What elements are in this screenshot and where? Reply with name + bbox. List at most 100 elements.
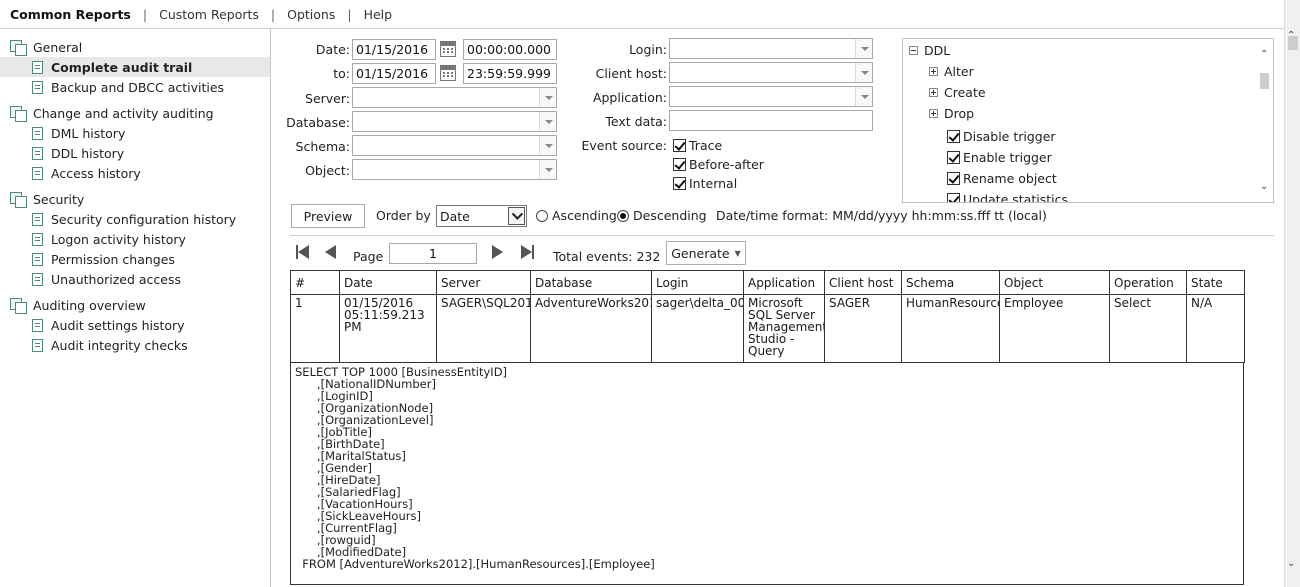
checkbox-checked-icon bbox=[947, 151, 960, 164]
text-data-input[interactable] bbox=[669, 110, 873, 131]
client-host-combobox[interactable] bbox=[669, 62, 873, 83]
radio-label: Ascending bbox=[552, 208, 617, 223]
chevron-down-icon bbox=[539, 160, 556, 179]
order-by-label: Order by bbox=[376, 208, 431, 223]
tree-node-ddl[interactable]: DDL bbox=[909, 43, 950, 58]
chevron-down-icon bbox=[855, 39, 872, 58]
tree-check-enable-trigger[interactable]: Enable trigger bbox=[947, 150, 1052, 165]
expand-icon[interactable] bbox=[929, 109, 938, 118]
sidebar-item-permission-changes[interactable]: Permission changes bbox=[0, 249, 270, 269]
event-source-internal-checkbox[interactable]: Internal bbox=[673, 176, 737, 191]
scrollbar-thumb[interactable] bbox=[1260, 73, 1269, 89]
chevron-down-icon[interactable]: ⌄ bbox=[1260, 181, 1268, 192]
cell-client-host: SAGER bbox=[824, 294, 902, 363]
login-combobox[interactable] bbox=[669, 38, 873, 59]
sidebar-item-ddl-history[interactable]: DDL history bbox=[0, 143, 270, 163]
generate-button[interactable]: Generate ▼ bbox=[666, 241, 746, 265]
order-by-select[interactable]: Date bbox=[436, 205, 527, 227]
checkbox-label: Disable trigger bbox=[963, 129, 1056, 144]
sidebar-item-unauthorized-access[interactable]: Unauthorized access bbox=[0, 269, 270, 289]
date-to-input[interactable]: 01/15/2016 bbox=[352, 63, 436, 84]
sidebar-item-audit-integrity[interactable]: Audit integrity checks bbox=[0, 335, 270, 355]
page-scrollbar[interactable]: ⌃ ⌄ bbox=[1284, 0, 1300, 587]
descending-radio[interactable]: Descending bbox=[617, 208, 707, 223]
column-header-date[interactable]: Date bbox=[339, 270, 437, 295]
object-label: Object: bbox=[305, 163, 350, 178]
sidebar-group-auditing-overview[interactable]: Auditing overview bbox=[0, 295, 270, 315]
table-row[interactable]: 1 01/15/2016 05:11:59.213 PM SAGER\SQL20… bbox=[290, 294, 1245, 363]
time-from-input[interactable]: 00:00:00.000 bbox=[463, 39, 557, 60]
report-group-icon bbox=[10, 40, 27, 56]
date-from-input[interactable]: 01/15/2016 bbox=[352, 39, 436, 60]
column-header-operation[interactable]: Operation bbox=[1109, 270, 1187, 295]
collapse-icon[interactable] bbox=[909, 46, 918, 55]
column-header-login[interactable]: Login bbox=[651, 270, 744, 295]
column-header-application[interactable]: Application bbox=[743, 270, 825, 295]
column-header-server[interactable]: Server bbox=[436, 270, 531, 295]
checkbox-checked-icon bbox=[673, 139, 686, 152]
next-page-button[interactable] bbox=[492, 245, 503, 259]
scrollbar-thumb[interactable] bbox=[1288, 36, 1298, 50]
first-page-button[interactable] bbox=[296, 245, 309, 259]
database-combobox[interactable] bbox=[352, 111, 557, 132]
event-source-trace-checkbox[interactable]: Trace bbox=[673, 138, 722, 153]
expand-icon[interactable] bbox=[929, 88, 938, 97]
server-combobox[interactable] bbox=[352, 87, 557, 108]
page-number-input[interactable]: 1 bbox=[389, 243, 477, 264]
event-source-before-after-checkbox[interactable]: Before-after bbox=[673, 157, 764, 172]
sidebar-item-audit-settings[interactable]: Audit settings history bbox=[0, 315, 270, 335]
chevron-up-icon[interactable]: ⌃ bbox=[1260, 49, 1268, 60]
schema-combobox[interactable] bbox=[352, 135, 557, 156]
tree-node-create[interactable]: Create bbox=[929, 85, 986, 100]
sidebar-group-general[interactable]: General bbox=[0, 37, 270, 57]
radio-label: Descending bbox=[633, 208, 707, 223]
object-combobox[interactable] bbox=[352, 159, 557, 180]
sidebar-item-access-history[interactable]: Access history bbox=[0, 163, 270, 183]
sidebar-group-label: Change and activity auditing bbox=[33, 105, 214, 121]
checkbox-checked-icon bbox=[947, 172, 960, 185]
column-header-client-host[interactable]: Client host bbox=[824, 270, 902, 295]
time-to-input[interactable]: 23:59:59.999 bbox=[463, 63, 557, 84]
ddl-event-tree[interactable]: DDL Alter Create Drop Disable trigger En… bbox=[902, 38, 1274, 203]
sidebar-item-backup-dbcc[interactable]: Backup and DBCC activities bbox=[0, 77, 270, 97]
tree-check-disable-trigger[interactable]: Disable trigger bbox=[947, 129, 1056, 144]
expand-icon[interactable] bbox=[929, 67, 938, 76]
sidebar-item-label: Permission changes bbox=[51, 251, 175, 267]
sidebar-item-security-config[interactable]: Security configuration history bbox=[0, 209, 270, 229]
sidebar-group-change-activity[interactable]: Change and activity auditing bbox=[0, 103, 270, 123]
report-group-icon bbox=[10, 192, 27, 208]
sidebar-item-logon-activity[interactable]: Logon activity history bbox=[0, 229, 270, 249]
report-icon bbox=[32, 232, 43, 246]
tree-node-alter[interactable]: Alter bbox=[929, 64, 974, 79]
sidebar-group-security[interactable]: Security bbox=[0, 189, 270, 209]
results-table: # Date Server Database Login Application… bbox=[290, 270, 1245, 363]
preview-button[interactable]: Preview bbox=[291, 204, 365, 228]
page-label: Page bbox=[353, 249, 384, 264]
menu-help[interactable]: Help bbox=[364, 7, 393, 22]
sidebar-item-complete-audit-trail[interactable]: Complete audit trail bbox=[0, 57, 270, 77]
application-combobox[interactable] bbox=[669, 86, 873, 107]
sidebar-item-dml-history[interactable]: DML history bbox=[0, 123, 270, 143]
report-icon bbox=[32, 146, 43, 160]
tree-check-rename-object[interactable]: Rename object bbox=[947, 171, 1057, 186]
column-header-schema[interactable]: Schema bbox=[901, 270, 1000, 295]
checkbox-label: Update statistics bbox=[963, 192, 1068, 203]
menu-options[interactable]: Options bbox=[287, 7, 335, 22]
prev-page-button[interactable] bbox=[325, 245, 336, 259]
ascending-radio[interactable]: Ascending bbox=[536, 208, 617, 223]
column-header-database[interactable]: Database bbox=[530, 270, 652, 295]
tree-node-drop[interactable]: Drop bbox=[929, 106, 974, 121]
checkbox-checked-icon bbox=[947, 193, 960, 202]
column-header-state[interactable]: State bbox=[1186, 270, 1245, 295]
chevron-down-icon[interactable]: ⌄ bbox=[1287, 558, 1295, 569]
last-page-button[interactable] bbox=[521, 245, 534, 259]
tree-node-label: Drop bbox=[944, 106, 975, 121]
menu-common-reports[interactable]: Common Reports bbox=[10, 7, 131, 22]
calendar-icon[interactable] bbox=[440, 41, 456, 57]
calendar-icon[interactable] bbox=[440, 65, 456, 81]
tree-check-update-statistics[interactable]: Update statistics bbox=[947, 192, 1068, 203]
tree-scrollbar[interactable]: ⌃ ⌄ bbox=[1256, 39, 1273, 202]
menu-custom-reports[interactable]: Custom Reports bbox=[159, 7, 259, 22]
column-header-number[interactable]: # bbox=[290, 270, 340, 295]
column-header-object[interactable]: Object bbox=[999, 270, 1110, 295]
